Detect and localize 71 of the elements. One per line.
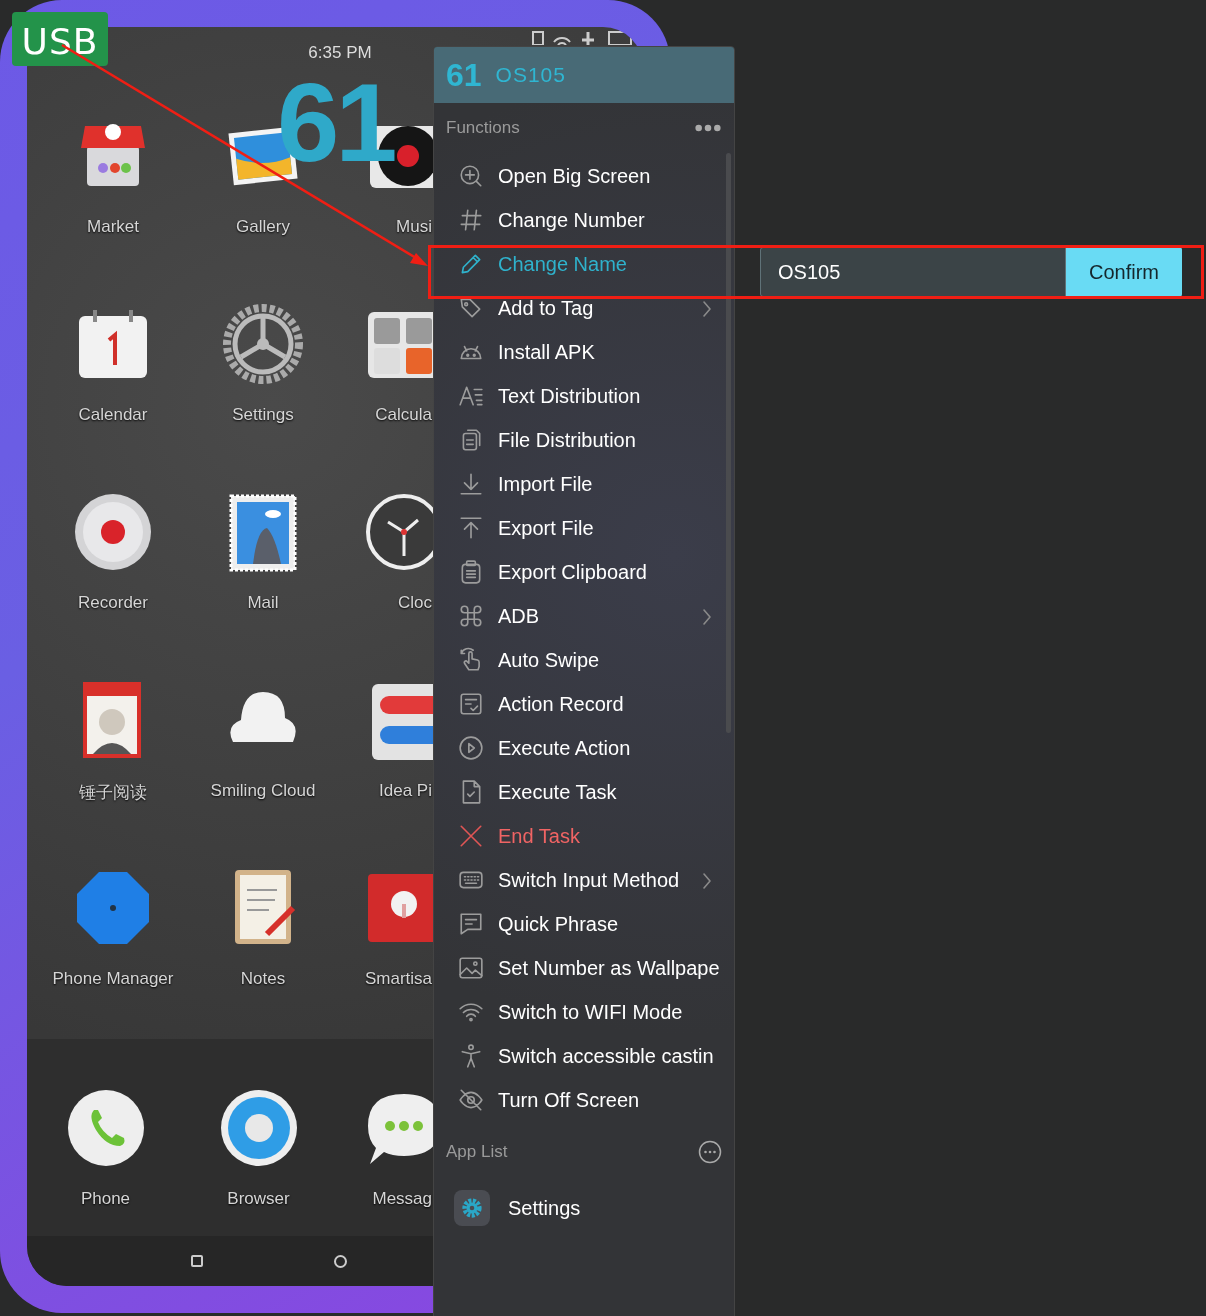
menu-item[interactable]: ADB xyxy=(434,596,734,636)
menu-item[interactable]: Open Big Screen xyxy=(434,156,734,196)
browser-icon xyxy=(218,1088,299,1168)
app-label[interactable]: Phone Manager xyxy=(52,969,174,989)
app-label[interactable]: Browser xyxy=(227,1189,290,1209)
app-label[interactable]: Musi xyxy=(396,217,432,237)
app-label[interactable]: Recorder xyxy=(78,593,148,613)
scrollbar[interactable] xyxy=(726,153,731,733)
app-label[interactable]: Messag xyxy=(372,1189,432,1209)
recents-button[interactable] xyxy=(191,1255,203,1267)
home-button[interactable] xyxy=(334,1254,347,1268)
checklist-icon xyxy=(458,691,484,717)
phone-icon xyxy=(65,1088,146,1168)
menu-item[interactable]: Add to Tag xyxy=(434,288,734,328)
menu-item[interactable]: Change Name xyxy=(434,244,734,284)
menu-item[interactable]: Import File xyxy=(434,464,734,504)
app-label[interactable]: Notes xyxy=(240,969,286,989)
command-icon xyxy=(458,603,484,629)
app-label[interactable]: Market xyxy=(87,217,139,237)
status-time: 6:35 PM xyxy=(308,43,372,63)
zoom-in-icon xyxy=(458,163,484,189)
gear-icon xyxy=(454,1190,490,1226)
more-icon[interactable] xyxy=(698,1140,722,1164)
menu-item[interactable]: Switch Input Method xyxy=(434,860,734,900)
message-icon xyxy=(458,911,484,937)
app-label[interactable]: Phone xyxy=(80,1189,131,1209)
name-input-field[interactable]: OS105 xyxy=(760,247,1066,297)
menu-item[interactable]: Text Distribution xyxy=(434,376,734,416)
app-label[interactable]: Mail xyxy=(247,593,279,613)
app-label[interactable]: Smiling Cloud xyxy=(210,781,316,801)
app-label[interactable]: 锤子阅读 xyxy=(79,781,147,804)
menu-item[interactable]: Change Number xyxy=(434,200,734,240)
hash-icon xyxy=(458,207,484,233)
menu-item[interactable]: File Distribution xyxy=(434,420,734,460)
menu-item[interactable]: Auto Swipe xyxy=(434,640,734,680)
menu-item[interactable]: Execute Action xyxy=(434,728,734,768)
play-circle-icon xyxy=(458,735,484,761)
menu-item[interactable]: Switch accessible castin xyxy=(434,1036,734,1076)
download-icon xyxy=(458,471,484,497)
confirm-button[interactable]: Confirm xyxy=(1066,247,1182,297)
menu-item[interactable]: Quick Phrase xyxy=(434,904,734,944)
app-label[interactable]: Cloc xyxy=(398,593,432,613)
menu-item[interactable]: Action Record xyxy=(434,684,734,724)
app-list-item[interactable]: Settings xyxy=(434,1180,734,1236)
app-label[interactable]: Calendar xyxy=(78,405,148,425)
menu-item[interactable]: Export File xyxy=(434,508,734,548)
close-icon xyxy=(458,823,484,849)
upload-icon xyxy=(458,515,484,541)
menu-item[interactable]: End Task xyxy=(434,816,734,856)
section-title: App List xyxy=(446,1142,508,1162)
menu-item[interactable]: Export Clipboard xyxy=(434,552,734,592)
app-label[interactable]: Settings xyxy=(232,405,294,425)
device-name: OS105 xyxy=(495,63,566,87)
eye-off-icon xyxy=(458,1087,484,1113)
device-number: 61 xyxy=(446,56,482,94)
image-icon xyxy=(458,955,484,981)
app-label[interactable]: Smartisa xyxy=(364,969,432,989)
app-label[interactable]: Gallery xyxy=(236,217,290,237)
number-overlay: 61 xyxy=(277,67,394,179)
more-icon[interactable] xyxy=(694,122,722,133)
app-label[interactable]: Idea Pi xyxy=(379,781,432,801)
menu-item[interactable]: Set Number as Wallpape xyxy=(434,948,734,988)
recorder-icon xyxy=(73,492,153,572)
menu-item[interactable]: Execute Task xyxy=(434,772,734,812)
section-title: Functions xyxy=(446,117,520,138)
menu-item[interactable]: Install APK xyxy=(434,332,734,372)
app-label[interactable]: Calcula xyxy=(375,405,432,425)
menu-item[interactable]: Turn Off Screen xyxy=(434,1080,734,1120)
menu-item[interactable]: Switch to WIFI Mode xyxy=(434,992,734,1032)
usb-badge: USB xyxy=(12,12,108,66)
gear-icon xyxy=(223,304,303,384)
